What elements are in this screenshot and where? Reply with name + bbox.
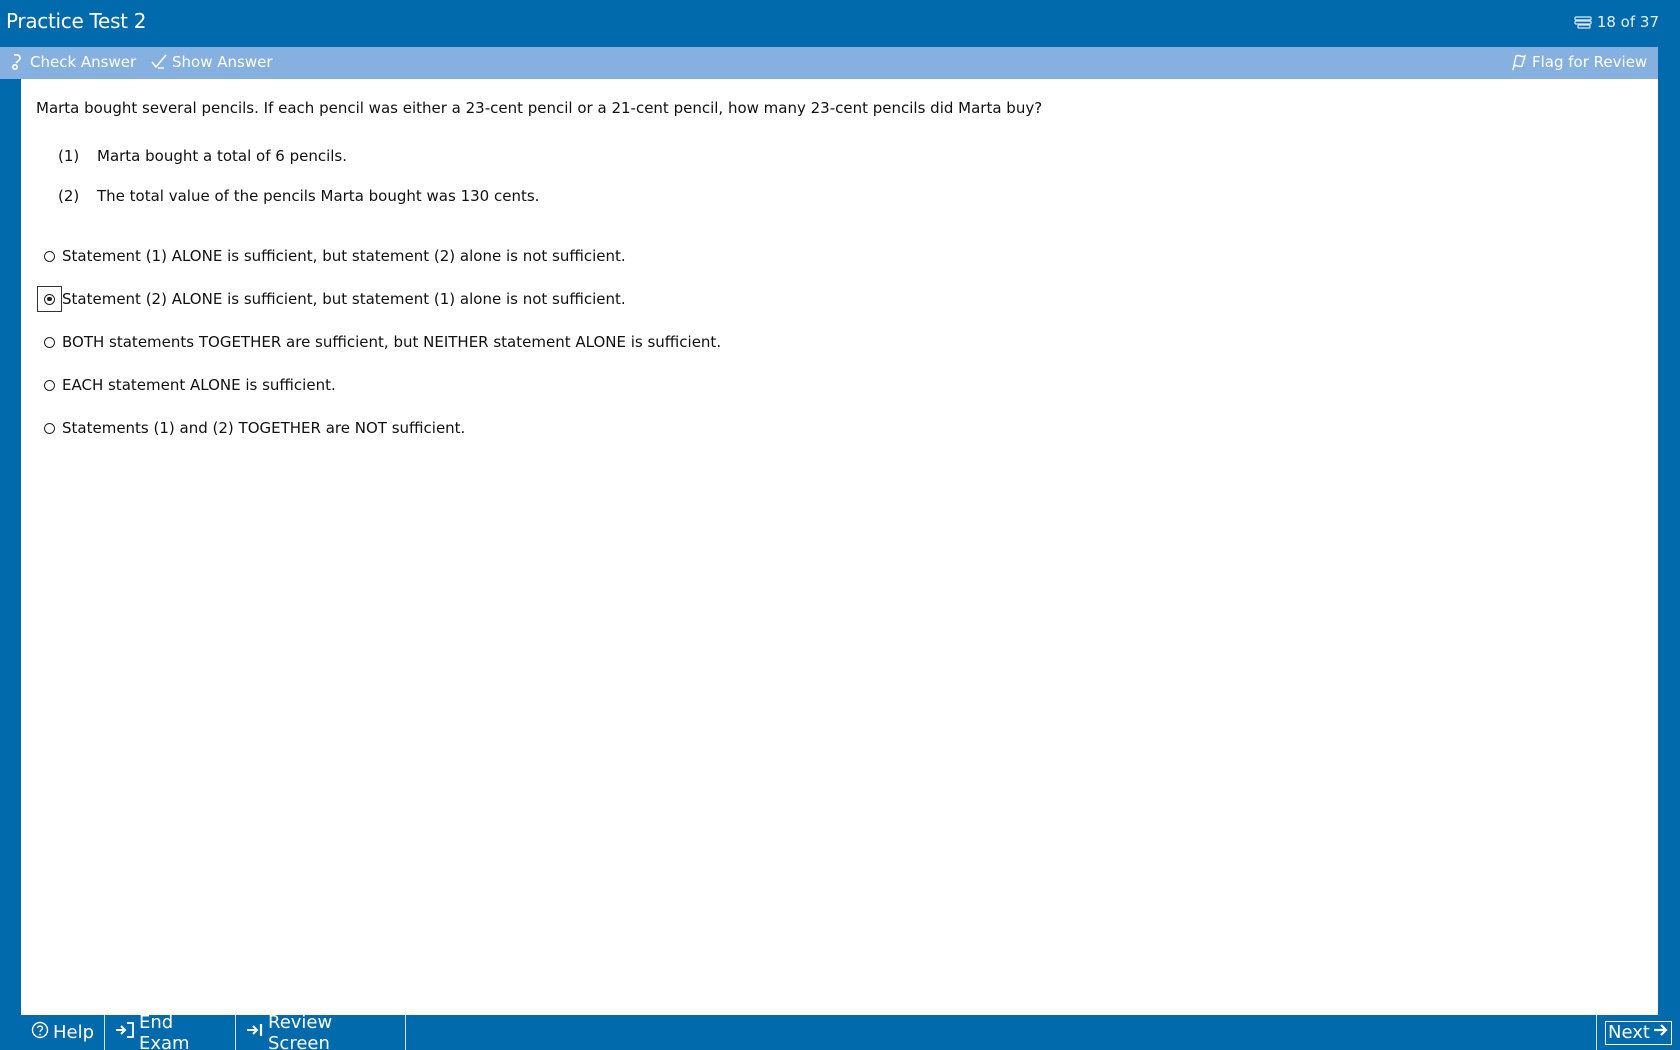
review-screen-button[interactable]: Review Screen [236, 1011, 406, 1050]
statement-text: The total value of the pencils Marta bou… [97, 187, 540, 205]
help-button[interactable]: Help [21, 1015, 105, 1050]
end-exam-label: End Exam [139, 1011, 190, 1050]
help-label: Help [53, 1022, 95, 1043]
choice-label: Statement (2) ALONE is sufficient, but s… [62, 290, 626, 308]
radio-button-c[interactable] [37, 329, 62, 355]
choice-label: Statement (1) ALONE is sufficient, but s… [62, 247, 626, 265]
question-counter: 18 of 37 [1574, 13, 1659, 31]
statement-1: (1) Marta bought a total of 6 pencils. [58, 147, 347, 165]
choice-label: Statements (1) and (2) TOGETHER are NOT … [62, 419, 466, 437]
next-button[interactable]: Next [1596, 1015, 1680, 1050]
statement-number: (2) [58, 187, 80, 205]
next-button-inner: Next [1605, 1020, 1672, 1045]
stack-icon [1574, 15, 1592, 29]
review-screen-icon [246, 1021, 264, 1044]
review-screen-label: Review Screen [268, 1011, 333, 1050]
choice-label: EACH statement ALONE is sufficient. [62, 376, 336, 394]
help-icon [31, 1021, 49, 1044]
arrow-right-icon [1653, 1022, 1669, 1043]
answer-choice-c[interactable]: BOTH statements TOGETHER are sufficient,… [37, 329, 721, 355]
choice-label: BOTH statements TOGETHER are sufficient,… [62, 333, 722, 351]
answer-choice-b[interactable]: Statement (2) ALONE is sufficient, but s… [37, 286, 626, 312]
check-answer-button[interactable]: Check Answer [10, 53, 136, 71]
counter-text: 18 of 37 [1596, 13, 1659, 31]
next-label: Next [1608, 1022, 1650, 1043]
statement-2: (2) The total value of the pencils Marta… [58, 187, 539, 205]
radio-button-b[interactable] [37, 286, 62, 312]
exit-icon [115, 1021, 135, 1044]
radio-button-a[interactable] [37, 243, 62, 269]
show-answer-button[interactable]: Show Answer [150, 53, 273, 71]
flag-for-review-label: Flag for Review [1532, 53, 1648, 71]
app-title: Practice Test 2 [6, 9, 147, 33]
question-stem: Marta bought several pencils. If each pe… [36, 99, 1043, 117]
check-answer-icon [10, 53, 26, 71]
title-bar: Practice Test 2 18 of 37 [0, 0, 1680, 45]
radio-circle [44, 336, 55, 348]
show-answer-label: Show Answer [172, 53, 273, 71]
radio-circle [44, 250, 55, 262]
end-exam-button[interactable]: End Exam [105, 1011, 236, 1050]
show-answer-icon [150, 53, 168, 71]
question-panel: Marta bought several pencils. If each pe… [21, 79, 1658, 1015]
radio-circle-selected [44, 293, 55, 305]
radio-circle [44, 379, 55, 391]
flag-for-review-button[interactable]: Flag for Review [1510, 53, 1647, 71]
radio-circle [44, 422, 55, 434]
radio-button-e[interactable] [37, 415, 62, 441]
radio-button-d[interactable] [37, 372, 62, 398]
statement-number: (1) [58, 147, 80, 165]
check-answer-label: Check Answer [30, 53, 137, 71]
status-bar: Help End Exam Review Screen Next [21, 1011, 1680, 1050]
answer-choice-a[interactable]: Statement (1) ALONE is sufficient, but s… [37, 243, 626, 269]
toolbar: Check Answer Show Answer Flag for Review [0, 47, 1658, 79]
flag-icon [1510, 53, 1528, 71]
answer-choice-e[interactable]: Statements (1) and (2) TOGETHER are NOT … [37, 415, 465, 441]
statement-text: Marta bought a total of 6 pencils. [97, 147, 348, 165]
answer-choice-d[interactable]: EACH statement ALONE is sufficient. [37, 372, 336, 398]
